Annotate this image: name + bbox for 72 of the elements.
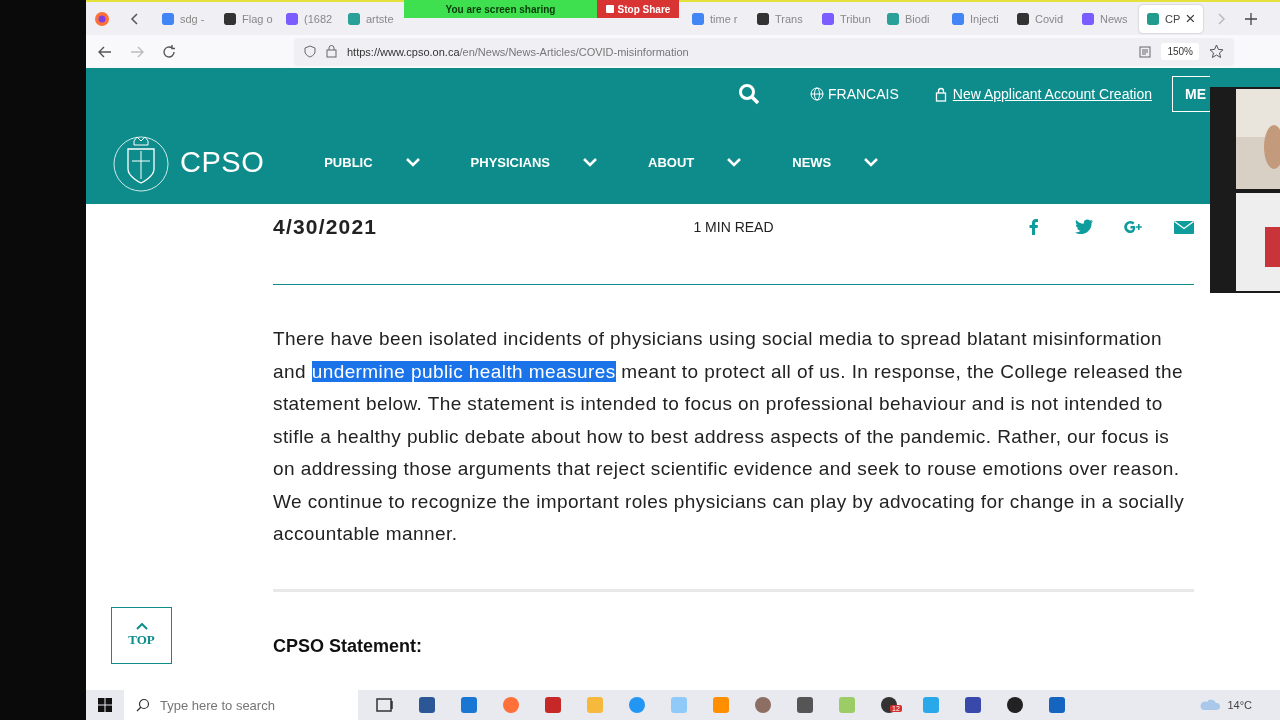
chevron-up-icon: [135, 623, 148, 630]
browser-tab[interactable]: Flag o: [216, 4, 278, 33]
temperature: 14°C: [1227, 699, 1252, 711]
article-date: 4/30/2021: [273, 215, 379, 239]
nav-link[interactable]: PHYSICIANS: [470, 154, 551, 170]
search-icon: [136, 698, 150, 712]
reader-view-icon[interactable]: [1139, 45, 1152, 58]
close-icon[interactable]: [1186, 14, 1195, 23]
browser-tab[interactable]: Injecti: [944, 4, 1009, 33]
zoom-level[interactable]: 150%: [1161, 43, 1199, 60]
stop-icon: [605, 5, 614, 13]
nav-link[interactable]: NEWS: [792, 154, 832, 170]
search-icon[interactable]: [737, 83, 760, 105]
stop-share-button[interactable]: Stop Share: [597, 0, 679, 18]
app-icon[interactable]: [795, 695, 815, 715]
url-text: https://www.cpso.on.ca/en/News/News-Articles/COVID-misinformation: [347, 45, 689, 58]
browser-tab[interactable]: time r: [684, 4, 749, 33]
address-bar[interactable]: https://www.cpso.on.ca/en/News/News-Articles/COVID-misinformation 150%: [294, 37, 1234, 66]
favicon-icon: [887, 12, 899, 25]
logo-text[interactable]: CPSO: [180, 145, 265, 179]
browser-tab[interactable]: artste: [340, 4, 402, 33]
read-time: 1 MIN READ: [693, 219, 774, 235]
app-icon[interactable]: [375, 695, 395, 715]
favicon-icon: [952, 12, 964, 25]
favicon-icon: [162, 12, 174, 25]
browser-tab[interactable]: Tribun: [814, 4, 879, 33]
favicon-icon: [224, 12, 236, 25]
browser-tab[interactable]: News: [1074, 4, 1139, 33]
article-paragraph: There have been isolated incidents of physicians using social media to spread blatant misinformation and undermine public health measures meant to protect all of us. In response, the College released the statement below. The statement is intended to focus on professional behaviour and is not intended to stifle a healthy public debate about how to best address aspects of the pandemic. Rather, our focus is on addressing those arguments that reject scientific evidence and seek to rouse emotions over reason. We continue to recognize the important roles physicians can play by advocating for change in a socially accountable manner.: [273, 327, 1186, 546]
favicon-icon: [1147, 12, 1159, 25]
globe-icon: [809, 87, 824, 101]
language-link[interactable]: FRANCAIS: [827, 86, 899, 102]
account-creation-link[interactable]: New Applicant Account Creation: [952, 86, 1152, 102]
browser-tab[interactable]: Trans: [749, 4, 814, 33]
favicon-icon: [757, 12, 769, 25]
chevron-down-icon[interactable]: [726, 157, 743, 167]
back-to-top-button[interactable]: TOP: [111, 607, 172, 664]
favicon-icon: [348, 12, 360, 25]
nav-link[interactable]: ABOUT: [648, 154, 695, 170]
favicon-icon: [1017, 12, 1029, 25]
sharing-status-text: You are screen sharing: [445, 3, 556, 15]
email-icon[interactable]: [1174, 218, 1194, 236]
app-icon[interactable]: [417, 695, 437, 715]
taskbar-search-field[interactable]: Type here to search: [124, 690, 358, 720]
browser-tab[interactable]: CP: [1139, 4, 1203, 33]
favicon-icon: [1082, 12, 1094, 25]
browser-tab[interactable]: Biodi: [879, 4, 944, 33]
browser-tab[interactable]: sdg -: [154, 4, 216, 33]
browser-tab[interactable]: Covid: [1009, 4, 1074, 33]
nav-link[interactable]: PUBLIC: [324, 154, 373, 170]
chevron-down-icon[interactable]: [582, 157, 599, 167]
google-plus-icon[interactable]: [1124, 218, 1144, 236]
browser-logo-icon[interactable]: [94, 10, 110, 27]
shield-icon[interactable]: [304, 45, 316, 58]
lock-icon: [934, 86, 947, 102]
back-arrow-icon[interactable]: [98, 44, 112, 59]
favicon-icon: [692, 12, 704, 25]
chevron-down-icon[interactable]: [404, 157, 421, 167]
windows-start-icon[interactable]: [98, 698, 112, 712]
star-icon[interactable]: [1209, 44, 1224, 59]
lock-icon[interactable]: [326, 45, 337, 58]
twitter-icon[interactable]: [1074, 218, 1094, 236]
reload-icon[interactable]: [162, 44, 176, 59]
chevron-down-icon[interactable]: [863, 157, 880, 167]
app-icon[interactable]: [1005, 695, 1025, 715]
app-icon[interactable]: [963, 695, 983, 715]
browser-tab[interactable]: (1682: [278, 4, 340, 33]
section-heading: CPSO Statement:: [273, 635, 424, 657]
favicon-icon: [822, 12, 834, 25]
favicon-icon: [286, 12, 298, 25]
cloud-icon: [1199, 699, 1222, 711]
new-tab-icon[interactable]: [1245, 12, 1257, 25]
